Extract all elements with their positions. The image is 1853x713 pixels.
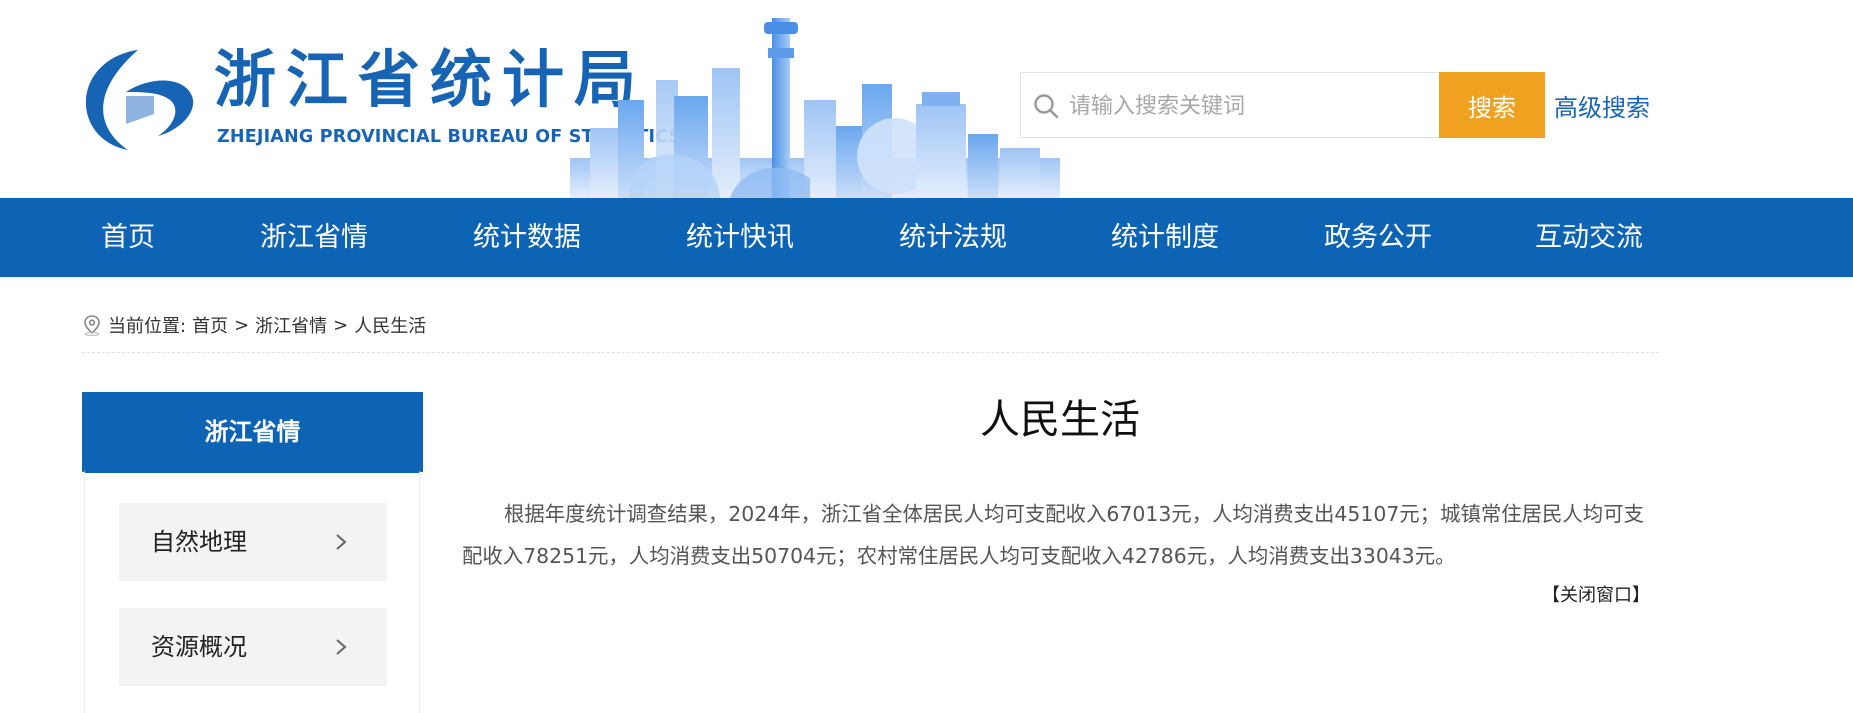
advanced-search-link[interactable]: 高级搜索 bbox=[1554, 88, 1650, 123]
bureau-logo-icon[interactable] bbox=[80, 46, 196, 154]
breadcrumb-item-zhejiang-overview[interactable]: 浙江省情 bbox=[255, 312, 327, 338]
nav-item-statistical-laws[interactable]: 统计法规 bbox=[899, 198, 1007, 277]
chevron-right-icon bbox=[336, 639, 347, 655]
nav-item-zhejiang-overview[interactable]: 浙江省情 bbox=[260, 198, 368, 277]
nav-item-interaction[interactable]: 互动交流 bbox=[1535, 198, 1643, 277]
breadcrumb-item-home[interactable]: 首页 bbox=[192, 312, 228, 338]
breadcrumb-prefix: 当前位置: bbox=[108, 316, 187, 337]
breadcrumb-separator: > bbox=[333, 314, 349, 336]
breadcrumb: 当前位置: 首页 > 浙江省情 > 人民生活 bbox=[82, 312, 432, 338]
search-icon bbox=[1034, 94, 1059, 119]
article-body: 根据年度统计调查结果，2024年，浙江省全体居民人均可支配收入67013元，人均… bbox=[462, 502, 1644, 568]
nav-item-home[interactable]: 首页 bbox=[101, 198, 155, 277]
site-header: 浙江省统计局 ZHEJIANG PROVINCIAL BUREAU OF STA… bbox=[0, 0, 1853, 198]
search-box bbox=[1020, 72, 1440, 139]
search-input[interactable] bbox=[1067, 73, 1435, 139]
sidebar-item-resources-overview[interactable]: 资源概况 bbox=[119, 608, 387, 686]
sidebar-item-natural-geography[interactable]: 自然地理 bbox=[119, 503, 387, 581]
sidebar-title: 浙江省情 bbox=[82, 392, 423, 472]
city-skyline-illustration bbox=[570, 18, 1060, 198]
article-title: 人民生活 bbox=[980, 397, 1140, 443]
nav-item-statistical-data[interactable]: 统计数据 bbox=[473, 198, 581, 277]
nav-item-statistical-systems[interactable]: 统计制度 bbox=[1111, 198, 1219, 277]
nav-item-statistical-news[interactable]: 统计快讯 bbox=[686, 198, 794, 277]
sidebar-item-label: 自然地理 bbox=[151, 528, 247, 556]
chevron-right-icon bbox=[336, 534, 347, 550]
breadcrumb-separator: > bbox=[234, 314, 250, 336]
location-pin-icon bbox=[84, 315, 100, 336]
breadcrumb-divider bbox=[82, 352, 1659, 353]
search-button[interactable]: 搜索 bbox=[1439, 72, 1545, 138]
sidebar-item-label: 资源概况 bbox=[151, 633, 247, 661]
close-window-link[interactable]: 【关闭窗口】 bbox=[1540, 581, 1650, 607]
breadcrumb-item-people-life[interactable]: 人民生活 bbox=[354, 312, 426, 338]
nav-item-government-affairs[interactable]: 政务公开 bbox=[1324, 198, 1432, 277]
main-nav: 首页 浙江省情 统计数据 统计快讯 统计法规 统计制度 政务公开 互动交流 bbox=[0, 198, 1853, 277]
